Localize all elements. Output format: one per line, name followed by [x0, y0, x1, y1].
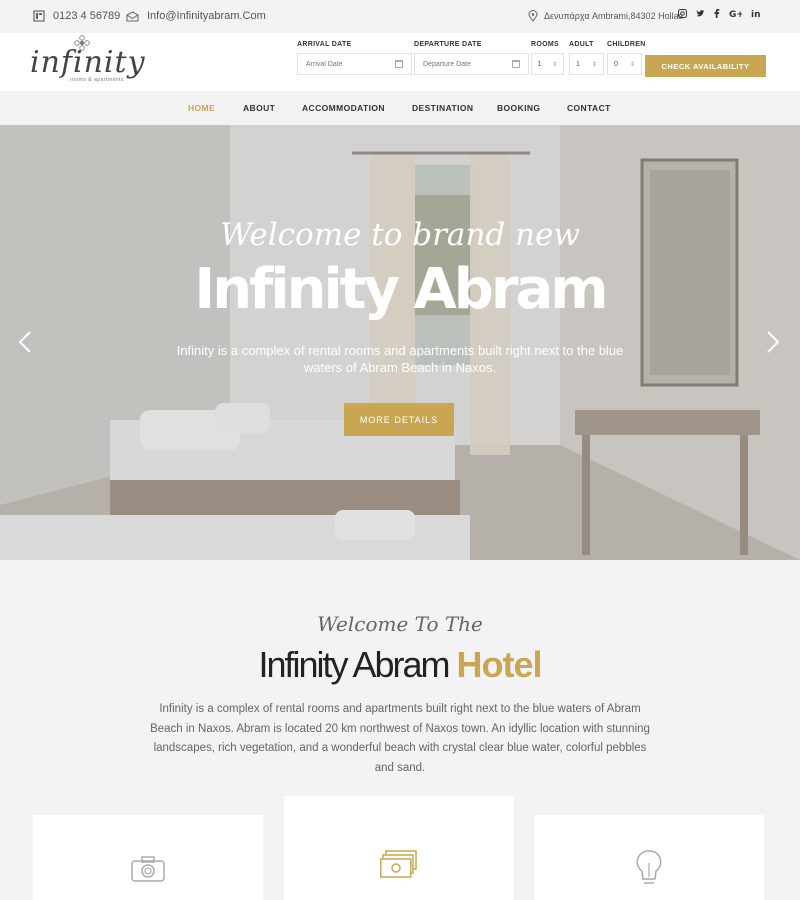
calendar-icon [512, 60, 520, 68]
slider-prev-arrow-icon[interactable] [18, 330, 32, 354]
instagram-icon[interactable] [678, 9, 687, 18]
google-plus-icon[interactable]: G+ [729, 9, 742, 18]
more-details-button[interactable]: MORE DETAILS [344, 403, 454, 436]
nav-home[interactable]: HOME [188, 103, 215, 113]
twitter-icon[interactable] [696, 9, 705, 18]
svg-text:in: in [751, 10, 760, 18]
nav-about[interactable]: ABOUT [243, 103, 275, 113]
phone-number[interactable]: 0123 4 56789 [53, 10, 120, 22]
stepper-arrows-icon[interactable]: ⇕ [592, 61, 597, 68]
feature-card-photo[interactable] [33, 815, 263, 900]
mail-icon [126, 10, 139, 21]
rooms-value: 1 [537, 60, 542, 68]
departure-date-input[interactable]: Departure Date [414, 53, 529, 75]
address-text: Δενυπάρχα Ambrami,84302 Hollas [544, 11, 684, 21]
stepper-arrows-icon[interactable]: ⇕ [552, 61, 557, 68]
logo[interactable]: infinity rooms & apartments [30, 35, 145, 89]
email-address[interactable]: Info@Infinityabram.Com [147, 10, 266, 22]
nav-contact[interactable]: CONTACT [567, 103, 611, 113]
nav-destination[interactable]: DESTINATION [412, 103, 473, 113]
rooms-label: ROOMS [531, 41, 559, 48]
welcome-description: Infinity is a complex of rental rooms an… [150, 703, 650, 774]
children-stepper[interactable]: 0 ⇕ [607, 53, 642, 75]
feature-card-idea[interactable] [534, 815, 764, 900]
welcome-script-heading: Welcome To The [317, 612, 483, 636]
logo-tagline: rooms & apartments [70, 77, 125, 83]
lightbulb-icon [636, 850, 662, 884]
arrival-date-input[interactable]: Arrival Date [297, 53, 412, 75]
hero-slider: Welcome to brand new Infinity Abram Infi… [0, 125, 800, 560]
email-info: Info@Infinityabram.Com [126, 10, 266, 22]
nav-booking[interactable]: BOOKING [497, 103, 540, 113]
main-nav: HOME ABOUT ACCOMMODATION DESTINATION BOO… [0, 91, 800, 125]
slider-next-arrow-icon[interactable] [766, 330, 780, 354]
social-links: G+ in [678, 9, 760, 18]
hero-description: Infinity is a complex of rental rooms an… [176, 343, 624, 375]
arrival-date-label: ARRIVAL DATE [297, 41, 352, 48]
phone-icon [33, 10, 45, 22]
departure-date-label: DEPARTURE DATE [414, 41, 482, 48]
nav-accommodation[interactable]: ACCOMMODATION [302, 103, 385, 113]
adult-group: ADULT 1 ⇕ [569, 41, 604, 75]
address-info: Δενυπάρχα Ambrami,84302 Hollas [528, 10, 683, 22]
linkedin-icon[interactable]: in [751, 9, 760, 18]
svg-text:G+: G+ [729, 10, 742, 18]
welcome-heading: Infinity Abram Hotel [0, 644, 800, 686]
welcome-heading-main: Infinity Abram [258, 644, 450, 685]
phone-info: 0123 4 56789 [33, 10, 120, 22]
children-value: 0 [614, 60, 618, 68]
departure-date-placeholder: Departure Date [423, 60, 471, 68]
feature-card-money[interactable] [284, 796, 514, 900]
rooms-stepper[interactable]: 1 ⇕ [531, 53, 564, 75]
logo-wordmark: infinity [30, 45, 146, 80]
money-icon [380, 850, 417, 878]
arrival-date-group: ARRIVAL DATE Arrival Date [297, 41, 412, 75]
check-availability-button[interactable]: CHECK AVAILABILITY [645, 55, 766, 77]
children-group: CHILDREN 0 ⇕ [607, 41, 646, 75]
adult-value: 1 [576, 60, 580, 68]
header: infinity rooms & apartments ARRIVAL DATE… [0, 33, 800, 91]
children-label: CHILDREN [607, 41, 646, 48]
hero-script-heading: Welcome to brand new [220, 217, 580, 253]
welcome-heading-accent: Hotel [456, 644, 543, 685]
arrival-date-placeholder: Arrival Date [306, 60, 343, 68]
adult-stepper[interactable]: 1 ⇕ [569, 53, 604, 75]
location-pin-icon [528, 10, 538, 22]
camera-icon [131, 856, 165, 882]
adult-label: ADULT [569, 41, 594, 48]
hero-heading: Infinity Abram [194, 257, 608, 322]
rooms-group: ROOMS 1 ⇕ [531, 41, 564, 75]
top-bar: 0123 4 56789 Info@Infinityabram.Com Δενυ… [0, 0, 800, 33]
stepper-arrows-icon[interactable]: ⇕ [630, 61, 635, 68]
calendar-icon [395, 60, 403, 68]
departure-date-group: DEPARTURE DATE Departure Date [414, 41, 529, 75]
facebook-icon[interactable] [714, 9, 720, 18]
